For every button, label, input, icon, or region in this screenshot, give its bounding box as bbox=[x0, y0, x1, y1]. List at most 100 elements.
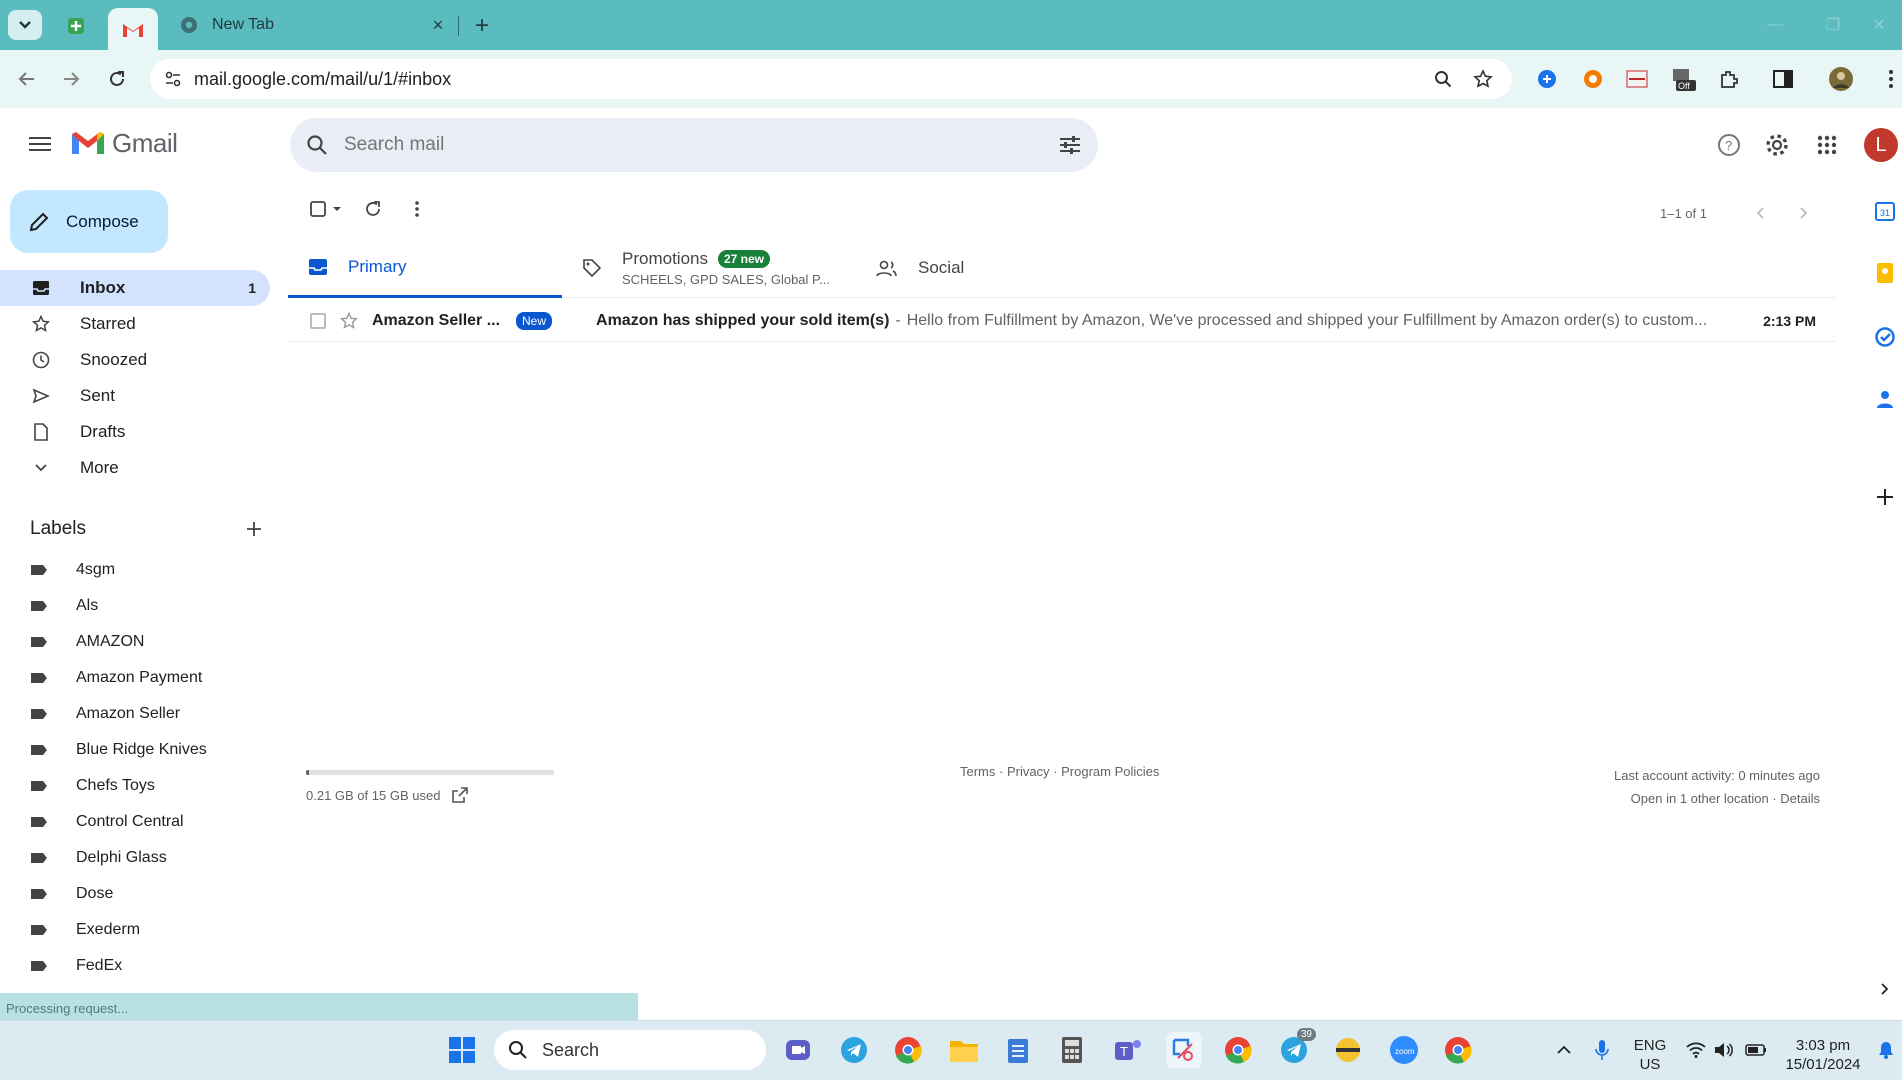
chrome-profile-icon[interactable] bbox=[1220, 1032, 1256, 1068]
hide-side-panel-icon[interactable] bbox=[1868, 972, 1902, 1006]
chrome-taskbar-icon[interactable] bbox=[890, 1032, 926, 1068]
teams-icon[interactable]: T bbox=[1110, 1032, 1146, 1068]
sidebar-item-more[interactable]: More bbox=[0, 450, 270, 486]
browser-status-bar: Processing request... bbox=[0, 993, 638, 1021]
notifications-bell-icon[interactable] bbox=[1868, 1032, 1902, 1068]
tasks-icon[interactable] bbox=[1868, 320, 1902, 354]
open-storage-icon[interactable] bbox=[452, 787, 469, 803]
search-bar[interactable] bbox=[290, 118, 1098, 172]
language-indicator[interactable]: ENG US bbox=[1622, 1036, 1678, 1074]
tab-search-button[interactable] bbox=[8, 10, 42, 40]
pager-text[interactable]: 1–1 of 1 bbox=[1660, 206, 1707, 221]
label-item[interactable]: Dose bbox=[0, 876, 270, 912]
sidebar-item-inbox[interactable]: Inbox 1 bbox=[0, 270, 270, 306]
email-row[interactable]: Amazon Seller ... New Amazon has shipped… bbox=[288, 300, 1836, 342]
calendar-icon[interactable]: 31 bbox=[1868, 194, 1902, 228]
label-item[interactable]: Blue Ridge Knives bbox=[0, 732, 270, 768]
main-menu-button[interactable] bbox=[24, 128, 56, 160]
star-icon[interactable] bbox=[340, 311, 358, 330]
extension-2-icon[interactable] bbox=[1578, 64, 1608, 94]
meet-icon[interactable] bbox=[780, 1032, 816, 1068]
file-explorer-icon[interactable] bbox=[946, 1032, 982, 1068]
clock[interactable]: 3:03 pm 15/01/2024 bbox=[1778, 1036, 1868, 1074]
tab-social[interactable]: Social bbox=[856, 238, 1130, 298]
side-panel-icon[interactable] bbox=[1768, 64, 1798, 94]
create-label-button[interactable] bbox=[246, 521, 262, 537]
close-window-button[interactable]: ✕ bbox=[1856, 10, 1902, 40]
older-button[interactable] bbox=[1787, 196, 1821, 230]
new-tab-button[interactable]: + bbox=[468, 12, 496, 40]
extension-1-icon[interactable] bbox=[1532, 64, 1562, 94]
select-all-checkbox[interactable] bbox=[306, 192, 346, 226]
tab-primary[interactable]: Primary bbox=[288, 238, 562, 298]
extension-4-icon[interactable]: Off bbox=[1668, 64, 1698, 94]
sidebar-item-drafts[interactable]: Drafts bbox=[0, 414, 270, 450]
label-item[interactable]: FedEx bbox=[0, 948, 270, 984]
refresh-button[interactable] bbox=[356, 192, 390, 226]
label-item[interactable]: Chefs Toys bbox=[0, 768, 270, 804]
search-input[interactable] bbox=[344, 134, 1058, 156]
zoom-icon[interactable]: zoom bbox=[1386, 1032, 1422, 1068]
label-item[interactable]: Amazon Payment bbox=[0, 660, 270, 696]
tab-promotions[interactable]: Promotions 27 new SCHEELS, GPD SALES, Gl… bbox=[562, 238, 836, 298]
activity-details-link[interactable]: Open in 1 other location · Details bbox=[1614, 787, 1820, 810]
label-item[interactable]: Als bbox=[0, 588, 270, 624]
search-icon[interactable] bbox=[306, 134, 328, 156]
microphone-icon[interactable] bbox=[1584, 1032, 1620, 1068]
calculator-icon[interactable] bbox=[1054, 1032, 1090, 1068]
show-hidden-icons-icon[interactable] bbox=[1546, 1032, 1582, 1068]
settings-button[interactable] bbox=[1760, 128, 1794, 162]
gmail-logo[interactable]: Gmail bbox=[70, 128, 178, 159]
browser-menu-icon[interactable] bbox=[1876, 64, 1902, 94]
bookmark-star-icon[interactable] bbox=[1468, 64, 1498, 94]
label-item[interactable]: AMAZON bbox=[0, 624, 270, 660]
tab-new-tab[interactable]: New Tab × bbox=[170, 8, 458, 42]
label-item[interactable]: 4sgm bbox=[0, 552, 270, 588]
pinned-tab[interactable] bbox=[60, 12, 92, 40]
label-item[interactable]: Amazon Seller bbox=[0, 696, 270, 732]
search-options-icon[interactable] bbox=[1058, 135, 1082, 155]
get-addons-icon[interactable] bbox=[1868, 480, 1902, 514]
keep-icon[interactable] bbox=[1868, 256, 1902, 290]
snipping-tool-icon[interactable] bbox=[1166, 1032, 1202, 1068]
footer-links[interactable]: Terms · Privacy · Program Policies bbox=[960, 764, 1159, 779]
contacts-icon[interactable] bbox=[1868, 382, 1902, 416]
back-button[interactable] bbox=[12, 64, 42, 94]
account-avatar[interactable]: L bbox=[1864, 128, 1898, 162]
site-info-icon[interactable] bbox=[164, 70, 182, 88]
label-item[interactable]: Exederm bbox=[0, 912, 270, 948]
taskbar-search[interactable]: Search bbox=[494, 1030, 766, 1070]
gmail-favicon-icon bbox=[123, 23, 143, 37]
notepad-icon[interactable] bbox=[1000, 1032, 1036, 1068]
more-options-button[interactable] bbox=[400, 192, 434, 226]
app-icon[interactable] bbox=[1330, 1032, 1366, 1068]
volume-icon[interactable] bbox=[1706, 1032, 1742, 1068]
newer-button[interactable] bbox=[1743, 196, 1777, 230]
chrome-profile-2-icon[interactable] bbox=[1440, 1032, 1476, 1068]
battery-icon[interactable] bbox=[1738, 1032, 1774, 1068]
google-apps-button[interactable] bbox=[1810, 128, 1844, 162]
reload-button[interactable] bbox=[102, 64, 132, 94]
extension-3-icon[interactable] bbox=[1622, 64, 1652, 94]
zoom-icon[interactable] bbox=[1428, 64, 1458, 94]
label-item[interactable]: Delphi Glass bbox=[0, 840, 270, 876]
profile-icon[interactable] bbox=[1826, 64, 1856, 94]
tab-gmail[interactable] bbox=[108, 8, 158, 50]
sidebar-item-starred[interactable]: Starred bbox=[0, 306, 270, 342]
address-bar[interactable]: mail.google.com/mail/u/1/#inbox bbox=[150, 59, 1512, 99]
telegram-icon[interactable] bbox=[836, 1032, 872, 1068]
extensions-puzzle-icon[interactable] bbox=[1714, 64, 1744, 94]
row-checkbox[interactable] bbox=[310, 312, 326, 329]
inbox-icon bbox=[309, 258, 327, 275]
start-button[interactable] bbox=[444, 1032, 480, 1068]
compose-button[interactable]: Compose bbox=[10, 190, 168, 253]
forward-button[interactable] bbox=[56, 64, 86, 94]
minimize-button[interactable]: — bbox=[1752, 10, 1798, 40]
maximize-button[interactable]: ❐ bbox=[1810, 10, 1856, 40]
tab-close-icon[interactable]: × bbox=[428, 15, 448, 35]
label-item[interactable]: Control Central bbox=[0, 804, 270, 840]
sidebar-item-snoozed[interactable]: Snoozed bbox=[0, 342, 270, 378]
telegram-badge-icon[interactable]: 39 bbox=[1276, 1028, 1316, 1068]
sidebar-item-sent[interactable]: Sent bbox=[0, 378, 270, 414]
support-button[interactable]: ? bbox=[1712, 128, 1746, 162]
